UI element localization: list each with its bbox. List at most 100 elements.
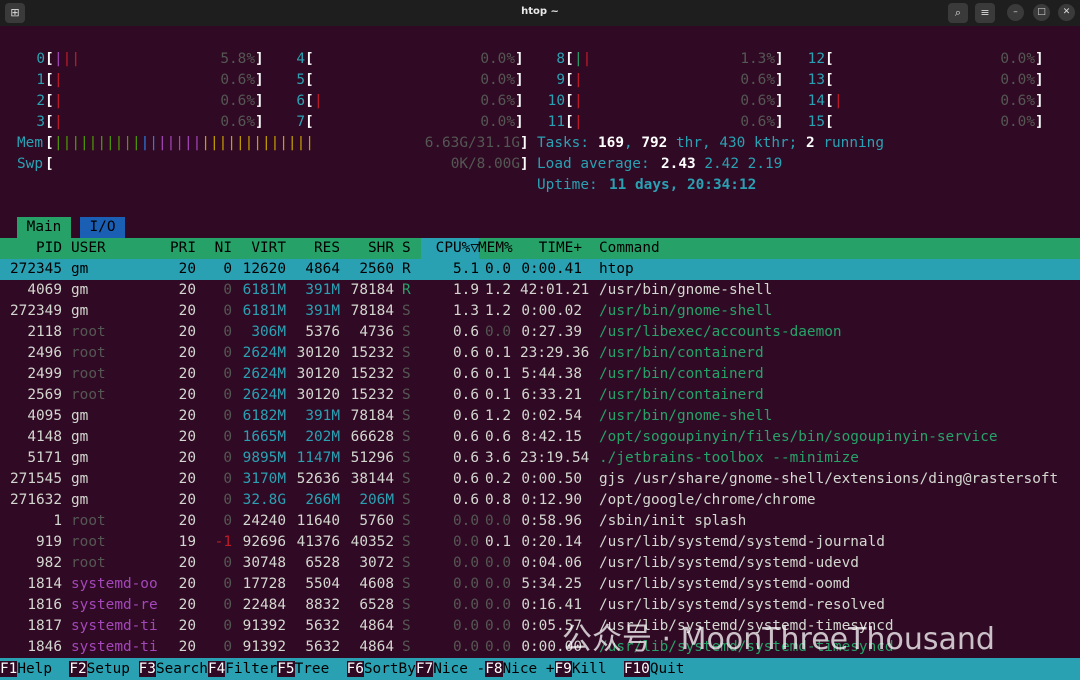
process-ni: 0 [223, 366, 232, 382]
process-pri: 20 [178, 618, 196, 634]
column-header-cpu[interactable]: CPU%▽ [421, 238, 479, 259]
column-header-ni[interactable]: NI [205, 238, 232, 259]
fkey-f4[interactable]: F4Filter [207, 658, 277, 680]
column-header-s[interactable]: S [402, 238, 412, 259]
process-mem: 0.0 [485, 597, 511, 613]
uptime-value: 11 days, 20:34:12 [609, 177, 757, 193]
process-mem: 0.2 [485, 471, 511, 487]
column-header-mem[interactable]: MEM% [478, 238, 513, 259]
process-row[interactable]: 1814 systemd-oo 20 0 17728 5504 4608 S 0.0 0.0 5:3… [0, 574, 1080, 595]
process-cpu: 0.6 [453, 408, 479, 424]
tab-io[interactable]: I/O [80, 217, 125, 238]
process-pid: 982 [36, 555, 62, 571]
fkey-key: F9 [554, 661, 572, 677]
fkey-f10[interactable]: F10Quit [623, 658, 685, 680]
process-row[interactable]: 2118 root 20 0 306M 5376 4736 S 0.6 0.0 0:27.39/us… [0, 322, 1080, 343]
menu-icon[interactable]: ≡ [975, 3, 995, 23]
tab-main[interactable]: Main [17, 217, 71, 238]
fkey-f5[interactable]: F5Tree [277, 658, 346, 680]
process-s: S [402, 576, 411, 592]
process-row[interactable]: 271545 gm 20 0 3170M 52636 38144 S 0.6 0.2 0:00.50… [0, 469, 1080, 490]
process-time: 0:04.06 [521, 555, 582, 571]
process-res: 391M [305, 303, 340, 319]
process-user: systemd-ti [71, 618, 158, 634]
process-mem: 0.1 [485, 366, 511, 382]
process-ni: 0 [223, 639, 232, 655]
process-ni: -1 [214, 534, 232, 550]
process-command: /usr/lib/systemd/systemd-oomd [599, 576, 851, 592]
column-header-command[interactable]: Command [599, 238, 1079, 259]
column-header-virt[interactable]: VIRT [241, 238, 286, 259]
column-header-pid[interactable]: PID [0, 238, 62, 259]
process-row[interactable]: 4148 gm 20 0 1665M 202M 66628 S 0.6 0.6 8:42.15/op… [0, 427, 1080, 448]
process-s: S [402, 366, 411, 382]
tasks-part: 792 [641, 135, 668, 151]
process-pri: 20 [178, 429, 196, 445]
mem-bar-open: [ [45, 135, 54, 151]
process-cpu: 0.0 [453, 534, 479, 550]
process-ni: 0 [223, 282, 232, 298]
process-time: 0:27.39 [521, 324, 582, 340]
minimize-icon[interactable]: – [1007, 4, 1024, 21]
column-header-user[interactable]: USER [71, 238, 161, 259]
process-row[interactable]: 1 root 20 0 24240 11640 5760 S 0.0 0.0 0:58.96/sbi… [0, 511, 1080, 532]
column-header-pri[interactable]: PRI [160, 238, 196, 259]
process-shr: 3072 [359, 555, 394, 571]
tasks-summary: 169, 792 thr, 430 kthr; 2 running [598, 133, 884, 154]
cpu-bar-close: ] [1035, 72, 1044, 88]
cpu-id-label: 13 [807, 72, 825, 88]
close-icon[interactable]: ✕ [1058, 4, 1075, 21]
load-value: 2.43 [661, 156, 696, 172]
process-row[interactable]: 2569 root 20 0 2624M 30120 15232 S 0.6 0.1 6:33.21… [0, 385, 1080, 406]
process-shr: 66628 [350, 429, 394, 445]
process-ni: 0 [223, 471, 232, 487]
process-cpu: 1.9 [453, 282, 479, 298]
fkey-f9[interactable]: F9Kill [554, 658, 624, 680]
process-row[interactable]: 2496 root 20 0 2624M 30120 15232 S 0.6 0.1 23:29.3… [0, 343, 1080, 364]
process-mem: 0.0 [485, 576, 511, 592]
fkey-f6[interactable]: F6SortBy [346, 658, 416, 680]
process-pid: 272349 [10, 303, 62, 319]
column-header-time[interactable]: TIME+ [520, 238, 582, 259]
process-cpu: 0.6 [453, 387, 479, 403]
process-ni: 0 [223, 618, 232, 634]
process-row[interactable]: 4069 gm 20 0 6181M 391M 78184 R 1.9 1.2 42:01.21/u… [0, 280, 1080, 301]
process-res: 5632 [305, 618, 340, 634]
process-virt: 24240 [242, 513, 286, 529]
process-row[interactable]: 5171 gm 20 0 9895M 1147M 51296 S 0.6 3.6 23:19.54.… [0, 448, 1080, 469]
process-res: 41376 [296, 534, 340, 550]
process-row[interactable]: 1816 systemd-re 20 0 22484 8832 6528 S 0.0 0.0 0:1… [0, 595, 1080, 616]
process-command: ./jetbrains-toolbox --minimize [599, 450, 859, 466]
process-user: gm [71, 492, 89, 508]
process-shr: 15232 [350, 366, 394, 382]
fkey-f2[interactable]: F2Setup [69, 658, 138, 680]
fkey-label: Nice - [433, 661, 486, 677]
process-row[interactable]: 271632 gm 20 0 32.8G 266M 206M S 0.6 0.8 0:12.90/o… [0, 490, 1080, 511]
process-virt: 2624M [242, 387, 286, 403]
process-row[interactable]: 919 root 19 -1 92696 41376 40352 S 0.0 0.1 0:20.14… [0, 532, 1080, 553]
column-header-shr[interactable]: SHR [349, 238, 394, 259]
fkey-f8[interactable]: F8Nice + [485, 658, 555, 680]
process-res: 5504 [305, 576, 340, 592]
process-user: gm [71, 471, 89, 487]
process-ni: 0 [223, 429, 232, 445]
process-row[interactable]: 4095 gm 20 0 6182M 391M 78184 S 0.6 1.2 0:02.54/us… [0, 406, 1080, 427]
swap-bar-close: ] [520, 156, 529, 172]
process-pri: 20 [178, 408, 196, 424]
process-pid: 2118 [27, 324, 62, 340]
search-icon[interactable]: ⌕ [948, 3, 968, 23]
load-value [739, 156, 748, 172]
process-row[interactable]: 272349 gm 20 0 6181M 391M 78184 S 1.3 1.2 0:00.02 /… [0, 301, 1080, 322]
process-command: /opt/sogoupinyin/files/bin/sogoupinyin-s… [599, 429, 998, 445]
fkey-f1[interactable]: F1Help [0, 658, 69, 680]
fkey-label: Quit [649, 661, 685, 677]
process-row-selected[interactable]: 272345 gm 20 0 12620 4864 2560 R 5.1 0.0 0:00.41 ht… [0, 259, 1080, 280]
fkey-f3[interactable]: F3Search [138, 658, 208, 680]
process-row[interactable]: 2499 root 20 0 2624M 30120 15232 S 0.6 0.1 5:44.38… [0, 364, 1080, 385]
column-header-res[interactable]: RES [295, 238, 340, 259]
process-row[interactable]: 982 root 20 0 30748 6528 3072 S 0.0 0.0 0:04.06/us… [0, 553, 1080, 574]
fkey-f7[interactable]: F7Nice - [415, 658, 486, 680]
fkey-key: F8 [485, 661, 503, 677]
maximize-icon[interactable]: □ [1033, 4, 1050, 21]
tab-bar: Main I/O [0, 217, 1080, 238]
